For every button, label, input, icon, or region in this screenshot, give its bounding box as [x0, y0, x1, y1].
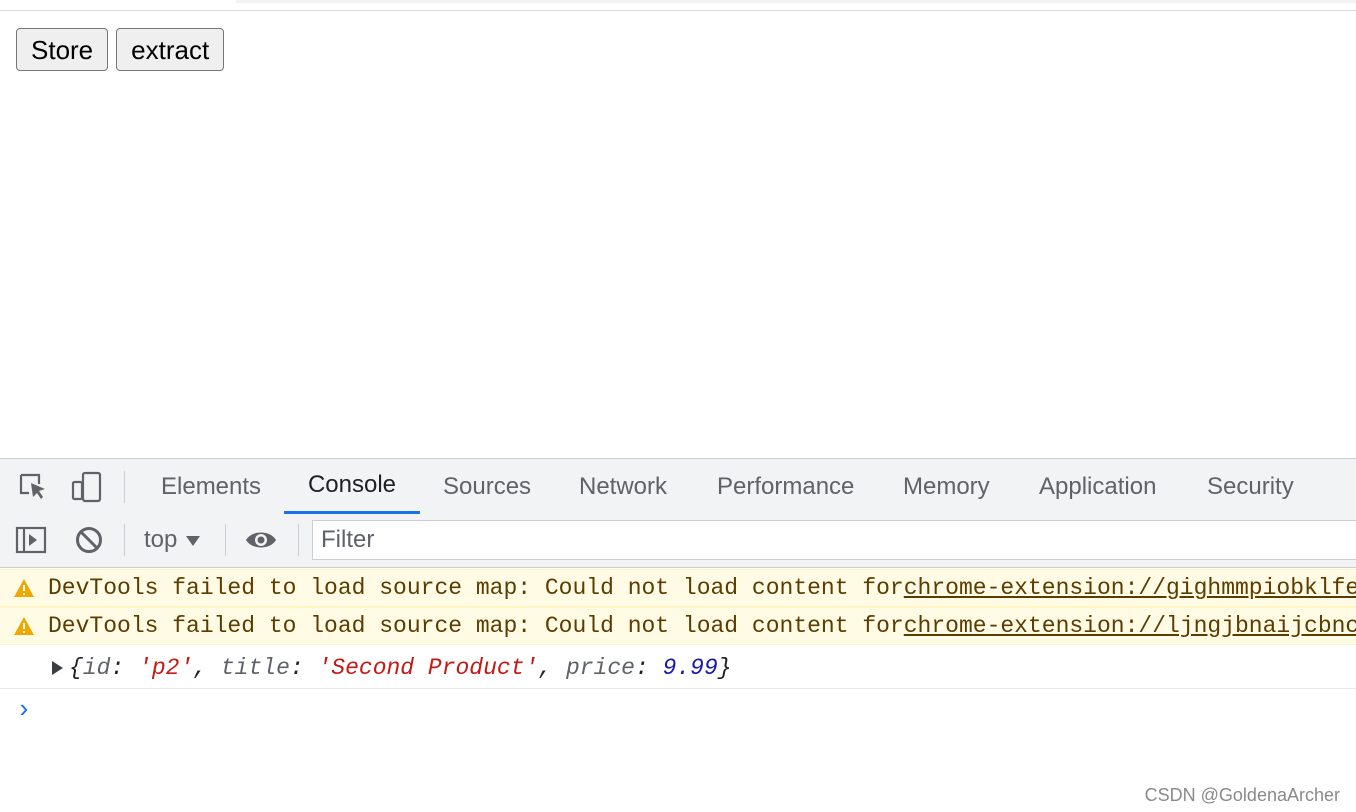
tab-network[interactable]: Network — [555, 459, 691, 514]
dropdown-triangle-icon — [185, 526, 201, 554]
source-map-link[interactable]: chrome-extension://gighmmpiobklfepjocnam… — [904, 575, 1356, 601]
tab-memory[interactable]: Memory — [879, 459, 1014, 514]
object-value-string: 'p2' — [138, 654, 194, 681]
object-key: price — [565, 654, 635, 681]
warning-text: DevTools failed to load source map: Coul… — [48, 613, 904, 639]
browser-tab-edge — [236, 0, 1356, 3]
filter-input[interactable] — [312, 520, 1356, 560]
console-warning-row: DevTools failed to load source map: Coul… — [0, 569, 1356, 607]
object-key: id — [82, 654, 111, 681]
object-brace: { — [69, 654, 83, 681]
context-selector-label: top — [144, 526, 178, 553]
context-selector[interactable]: top — [144, 526, 201, 554]
sidebar-toggle-icon[interactable] — [14, 523, 48, 557]
tab-console[interactable]: Console — [284, 459, 420, 514]
page: Store extract Elements Console Sources N… — [0, 0, 1356, 812]
tab-sources[interactable]: Sources — [419, 459, 555, 514]
watermark: CSDN @GoldenaArcher — [1144, 785, 1340, 805]
devtools-panel: Elements Console Sources Network Perform… — [0, 458, 1356, 812]
object-brace: } — [717, 654, 732, 681]
console-prompt-icon[interactable]: › — [16, 695, 32, 725]
toolbar-separator — [124, 524, 125, 556]
live-expression-eye-icon[interactable] — [244, 523, 278, 557]
warning-text: DevTools failed to load source map: Coul… — [48, 575, 904, 601]
tab-elements[interactable]: Elements — [137, 459, 285, 514]
console-toolbar: top — [0, 514, 1356, 568]
tab-application[interactable]: Application — [1015, 459, 1180, 514]
toolbar-separator — [225, 524, 226, 556]
console-object-row[interactable]: { id: 'p2', title: 'Second Product', pri… — [0, 647, 1356, 689]
warning-icon — [0, 578, 48, 598]
console-warning-row: DevTools failed to load source map: Coul… — [0, 607, 1356, 645]
devtools-tabbar: Elements Console Sources Network Perform… — [0, 459, 1356, 515]
source-map-link[interactable]: chrome-extension://ljngjbnaijcbncmcnjfhi… — [904, 613, 1356, 639]
tab-security[interactable]: Security — [1183, 459, 1318, 514]
object-key: title — [220, 654, 290, 681]
store-button[interactable]: Store — [16, 28, 109, 71]
warning-icon — [0, 616, 48, 636]
expand-triangle-icon[interactable] — [52, 660, 63, 675]
browser-top-strip — [0, 0, 1356, 11]
object-value-string: 'Second Product' — [317, 654, 539, 681]
toolbar-separator — [298, 524, 299, 556]
page-content: Store extract — [16, 28, 225, 71]
inspect-element-icon[interactable] — [16, 470, 50, 504]
toolbar-separator — [124, 471, 125, 503]
object-value-number: 9.99 — [662, 654, 718, 681]
extract-button[interactable]: extract — [116, 28, 225, 71]
tab-performance[interactable]: Performance — [693, 459, 878, 514]
clear-console-icon[interactable] — [72, 523, 106, 557]
device-toolbar-icon[interactable] — [70, 470, 104, 504]
